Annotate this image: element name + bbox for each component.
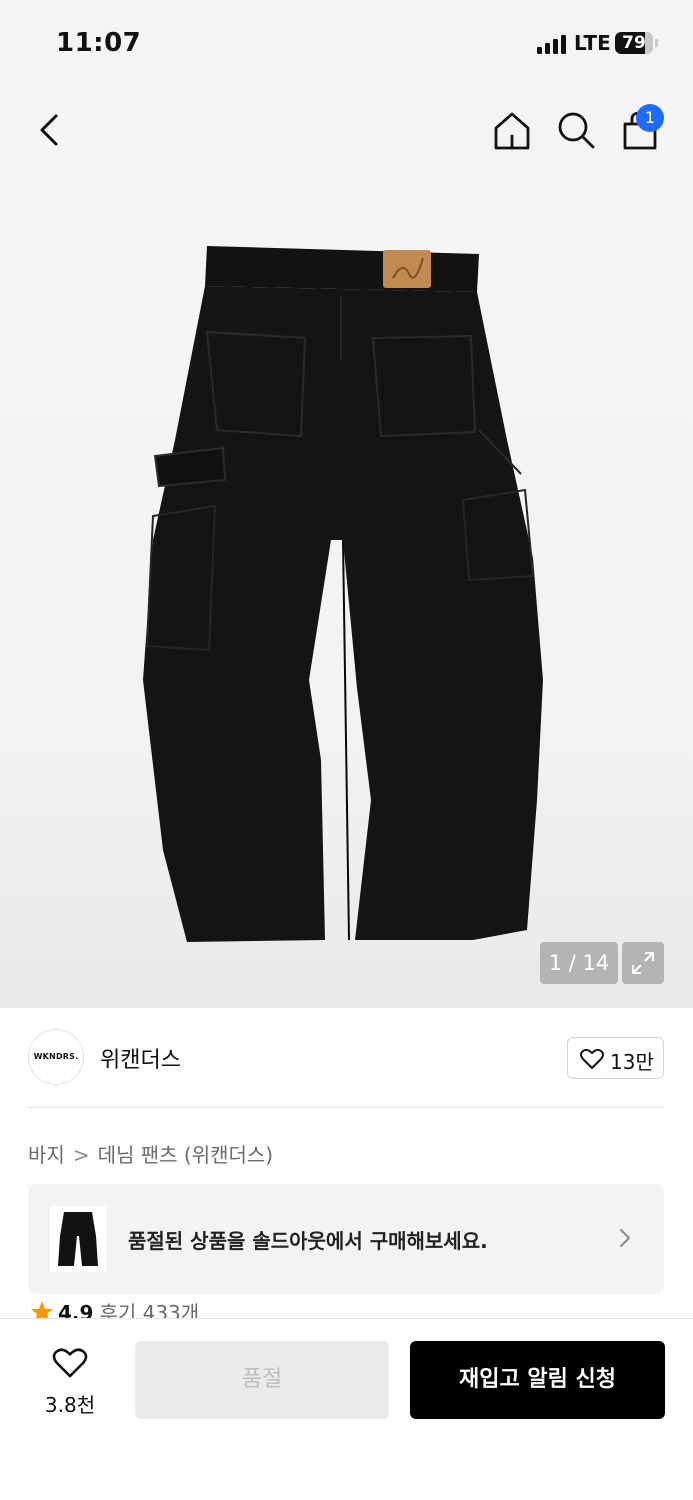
battery-cap (655, 39, 658, 47)
star-icon (31, 1301, 53, 1319)
soldout-banner-text: 품절된 상품을 솔드아웃에서 구매해보세요. (128, 1229, 488, 1253)
soldout-banner[interactable]: 품절된 상품을 솔드아웃에서 구매해보세요. (28, 1184, 664, 1294)
product-image-gallery[interactable]: 11:07 LTE 79 1 1 / 14 (0, 0, 693, 1008)
bottom-action-bar: 3.8천 품절 재입고 알림 신청 (0, 1318, 693, 1500)
search-icon[interactable] (554, 108, 598, 152)
battery-percent: 79 (622, 33, 646, 53)
status-bar: 11:07 LTE 79 (0, 0, 693, 90)
wishlist-count: 3.8천 (44, 1393, 96, 1417)
breadcrumb-item-subcategory[interactable]: 데님 팬츠 (위캔더스) (98, 1139, 274, 1168)
divider (28, 1107, 664, 1108)
signal-icon (537, 35, 566, 54)
heart-icon (52, 1348, 88, 1378)
expand-image-button[interactable] (622, 942, 664, 984)
rating-score: 4.9 (58, 1301, 94, 1319)
expand-icon (632, 952, 654, 974)
back-icon[interactable] (30, 108, 70, 152)
banner-thumbnail (50, 1206, 106, 1272)
review-count: 후기 433개 (99, 1301, 200, 1319)
breadcrumb: 바지 > 데님 팬츠 (위캔더스) (28, 1139, 273, 1168)
battery-icon: 79 (615, 32, 653, 54)
breadcrumb-separator: > (72, 1143, 90, 1167)
cart-count-badge: 1 (636, 104, 664, 132)
brand-name[interactable]: 위캔더스 (100, 1042, 181, 1074)
product-image[interactable] (135, 240, 555, 960)
wishlist-button[interactable]: 3.8천 (30, 1341, 110, 1421)
restock-alert-button[interactable]: 재입고 알림 신청 (410, 1341, 665, 1419)
chevron-right-icon (620, 1229, 630, 1247)
breadcrumb-item-category[interactable]: 바지 (28, 1139, 65, 1168)
status-time: 11:07 (56, 28, 142, 58)
network-label: LTE (574, 31, 611, 55)
soldout-button: 품절 (135, 1341, 389, 1419)
brand-logo[interactable]: WKNDRS. (28, 1029, 84, 1085)
brand-like-count: 13만 (610, 1050, 654, 1074)
home-icon[interactable] (490, 108, 534, 152)
rating-summary[interactable]: 4.9 후기 433개 (30, 1297, 199, 1319)
heart-icon (580, 1048, 604, 1069)
brand-like-button[interactable]: 13만 (567, 1037, 664, 1079)
image-counter: 1 / 14 (540, 942, 618, 984)
